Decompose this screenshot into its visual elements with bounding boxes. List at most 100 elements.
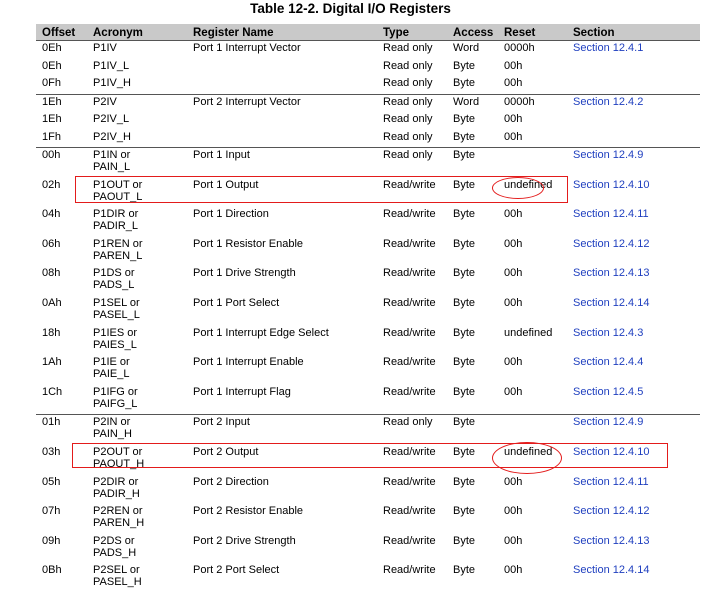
- acronym-line: PAIFG_L: [93, 397, 138, 410]
- cell-section: Section 12.4.14: [567, 296, 700, 326]
- section-link[interactable]: Section 12.4.9: [573, 149, 643, 161]
- cell-offset: 00h: [36, 146, 87, 178]
- cell-access: Byte: [453, 208, 476, 221]
- cell-reset: 00h: [504, 505, 523, 518]
- cell-register-name: Port 2 Input: [187, 414, 377, 445]
- cell-acronym: P2DIR or PADIR_H: [87, 475, 187, 505]
- cell-access: Byte: [453, 130, 476, 143]
- header-offset: Offset: [36, 24, 87, 41]
- cell-section: Section 12.4.11: [567, 475, 700, 505]
- table-row: 0Ah P1SEL or PASEL_L Port 1 Port Select Read…: [36, 296, 700, 326]
- cell-register-name: Port 1 Interrupt Enable: [193, 356, 304, 369]
- cell-section: Section 12.4.10: [567, 178, 700, 208]
- section-link[interactable]: Section 12.4.14: [573, 297, 649, 309]
- acronym-line: P2IV_H: [93, 130, 131, 143]
- cell-register-name: Port 1 Interrupt Vector: [187, 40, 377, 59]
- header-section: Section: [567, 24, 700, 41]
- acronym-line: P2REN or: [93, 505, 143, 518]
- acronym-line: PAREN_H: [93, 517, 145, 530]
- acronym-line: PADIR_L: [93, 220, 139, 233]
- cell-section: [567, 76, 700, 94]
- acronym-line: P1IV_L: [93, 59, 130, 72]
- cell-type: Read only: [377, 414, 447, 445]
- cell-acronym: P1IES or PAIES_L: [87, 326, 187, 356]
- cell-access: Word: [447, 40, 498, 59]
- table-row: 07h P2REN or PAREN_H Port 2 Resistor Enable…: [36, 504, 700, 534]
- cell-register-name: Port 2 Port Select: [193, 564, 280, 577]
- table-row: 04h P1DIR or PADIR_L Port 1 Direction Read/w…: [36, 207, 700, 237]
- cell-reset: 00h: [504, 267, 523, 280]
- cell-access: Byte: [453, 113, 476, 125]
- cell-acronym: P2IV_L: [87, 112, 187, 130]
- cell-register-name: Port 1 Resistor Enable: [193, 237, 304, 250]
- table-body: 0Eh P1IV Port 1 Interrupt Vector Read only W…: [36, 40, 700, 593]
- cell-offset: 0Ah: [42, 296, 62, 309]
- cell-offset: 06h: [42, 237, 61, 250]
- section-link[interactable]: Section 12.4.12: [573, 505, 649, 517]
- section-link[interactable]: Section 12.4.4: [573, 356, 643, 368]
- acronym-line: P1IV: [93, 42, 117, 54]
- cell-section: Section 12.4.12: [567, 504, 700, 534]
- acronym-line: P1IN or: [93, 149, 131, 161]
- cell-reset: 00h: [504, 534, 523, 547]
- cell-offset: 07h: [42, 505, 61, 518]
- acronym-line: P2DIR or: [93, 475, 139, 488]
- header-reset: Reset: [498, 24, 567, 41]
- acronym-line: PADS_L: [93, 279, 135, 292]
- section-link[interactable]: Section 12.4.12: [573, 238, 649, 250]
- highlight-circle-p2out-reset: [492, 442, 562, 474]
- cell-type: Read only: [383, 130, 433, 143]
- cell-register-name: Port 1 Port Select: [193, 296, 280, 309]
- cell-reset: undefined: [504, 326, 553, 339]
- section-link[interactable]: Section 12.4.10: [573, 179, 649, 191]
- cell-access: Byte: [453, 475, 476, 488]
- acronym-line: P1IES or: [93, 326, 138, 339]
- section-link[interactable]: Section 12.4.13: [573, 535, 649, 547]
- cell-section: Section 12.4.12: [567, 237, 700, 267]
- cell-reset: 00h: [504, 385, 523, 398]
- cell-register-name: [187, 76, 377, 94]
- section-link[interactable]: Section 12.4.5: [573, 386, 643, 398]
- section-link[interactable]: Section 12.4.13: [573, 267, 649, 279]
- cell-type: Read only: [377, 93, 447, 112]
- section-link[interactable]: Section 12.4.2: [573, 96, 643, 108]
- acronym-line: PAIES_L: [93, 338, 137, 351]
- cell-type: Read/write: [383, 237, 436, 250]
- cell-register-name: [187, 112, 377, 130]
- cell-access: Byte: [447, 146, 498, 178]
- cell-reset: [498, 414, 567, 445]
- acronym-line: P1DIR or: [93, 208, 139, 221]
- cell-type: Read/write: [383, 475, 436, 488]
- cell-type: Read/write: [383, 326, 436, 339]
- section-link[interactable]: Section 12.4.11: [573, 208, 649, 220]
- cell-offset: 18h: [42, 326, 61, 339]
- cell-offset: 0Eh: [36, 40, 87, 59]
- table-row: 00h P1IN or PAIN_L Port 1 Input Read only Byt…: [36, 146, 700, 178]
- cell-section: [567, 112, 700, 130]
- cell-register-name: Port 2 Drive Strength: [193, 534, 296, 547]
- header-type: Type: [377, 24, 447, 41]
- table-row: 0Eh P1IV Port 1 Interrupt Vector Read only W…: [36, 40, 700, 59]
- cell-register-name: [187, 130, 377, 148]
- section-link[interactable]: Section 12.4.3: [573, 327, 643, 339]
- cell-offset: 08h: [42, 267, 61, 280]
- acronym-line: P2DS or: [93, 534, 135, 547]
- table-row: 18h P1IES or PAIES_L Port 1 Interrupt Edge …: [36, 326, 700, 356]
- acronym-line: P1IV_H: [93, 77, 131, 89]
- cell-access: Word: [447, 93, 498, 112]
- cell-access: Byte: [453, 534, 476, 547]
- cell-offset: 1Eh: [42, 113, 62, 125]
- section-link[interactable]: Section 12.4.9: [573, 416, 643, 428]
- header-acronym: Acronym: [87, 24, 187, 41]
- highlight-circle-p1out-reset: [492, 177, 544, 199]
- section-link[interactable]: Section 12.4.14: [573, 564, 649, 576]
- cell-access: Byte: [453, 505, 476, 518]
- cell-reset: 00h: [504, 475, 523, 488]
- section-link[interactable]: Section 12.4.1: [573, 42, 643, 54]
- cell-reset: 00h: [504, 59, 523, 72]
- cell-register-name: Port 2 Resistor Enable: [193, 505, 304, 518]
- cell-reset: [498, 146, 567, 178]
- header-access: Access: [447, 24, 498, 41]
- cell-access: Byte: [453, 326, 476, 339]
- section-link[interactable]: Section 12.4.11: [573, 476, 649, 488]
